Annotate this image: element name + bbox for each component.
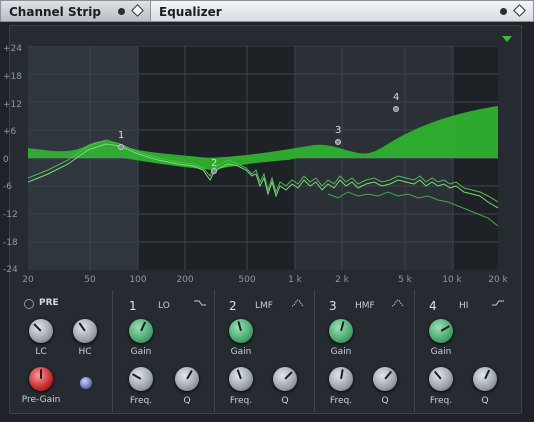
q-label: Q: [281, 396, 289, 406]
band-marker-label: 4: [393, 92, 399, 103]
peak-filter-icon[interactable]: [391, 298, 405, 308]
tab-bar: Channel Strip Equalizer: [0, 0, 534, 22]
q-label: Q: [381, 396, 389, 406]
eq-curve-svg: 1 2 3 4: [28, 46, 498, 270]
pre-toggle[interactable]: [24, 299, 34, 309]
band-3-section: 3 HMF Gain Freq. Q: [315, 290, 415, 412]
tab-label: Channel Strip: [9, 5, 101, 19]
y-tick-label: -18: [3, 238, 18, 248]
pre-gain-knob[interactable]: [29, 367, 53, 391]
band-1-q-knob[interactable]: [175, 367, 199, 391]
x-tick-label: 20 k: [488, 275, 508, 285]
band-4-q-knob[interactable]: [473, 367, 497, 391]
band-marker-2[interactable]: 2: [211, 158, 217, 174]
y-tick-label: +24: [3, 44, 22, 54]
band-2-gain-knob[interactable]: [229, 319, 253, 343]
freq-label: Freq.: [129, 396, 153, 406]
band-number: 2: [229, 299, 237, 313]
band-number: 3: [329, 299, 337, 313]
band-number: 4: [429, 299, 437, 313]
band-marker-label: 1: [118, 130, 124, 141]
band-number: 1: [129, 299, 137, 313]
band-name: LO: [158, 301, 170, 311]
q-label: Q: [183, 396, 191, 406]
band-3-gain-knob[interactable]: [329, 319, 353, 343]
band-name: LMF: [255, 301, 273, 311]
lc-label: LC: [35, 347, 47, 357]
lc-knob[interactable]: [29, 319, 53, 343]
hc-knob[interactable]: [73, 319, 97, 343]
band-marker-label: 3: [335, 125, 341, 136]
band-4-gain-knob[interactable]: [429, 319, 453, 343]
band-2-freq-knob[interactable]: [229, 367, 253, 391]
tab-label: Equalizer: [159, 5, 222, 19]
x-tick-label: 500: [238, 275, 256, 285]
band-1-gain-knob[interactable]: [129, 319, 153, 343]
y-tick-label: +18: [3, 72, 22, 82]
band-2-section: 2 LMF Gain Freq. Q: [215, 290, 315, 412]
high-shelf-icon[interactable]: [491, 298, 505, 308]
pre-section: PRE LC HC Pre-Gain: [9, 290, 113, 412]
phase-invert-button[interactable]: [80, 377, 92, 389]
band-4-freq-knob[interactable]: [429, 367, 453, 391]
x-tick-label: 50: [84, 275, 96, 285]
x-tick-label: 2 k: [335, 275, 349, 285]
freq-label: Freq.: [429, 396, 453, 406]
power-icon[interactable]: [118, 8, 125, 15]
tab-channel-strip[interactable]: Channel Strip: [0, 0, 151, 22]
gain-label: Gain: [430, 347, 452, 357]
x-tick-label: 20: [22, 275, 34, 285]
eq-graph[interactable]: 1 2 3 4: [28, 46, 498, 270]
y-tick-label: -12: [3, 210, 18, 220]
y-tick-label: -24: [3, 265, 18, 275]
band-marker-label: 2: [211, 158, 217, 169]
band-1-section: 1 LO Gain Freq. Q: [113, 290, 215, 412]
band-name: HMF: [355, 301, 375, 311]
freq-label: Freq.: [229, 396, 253, 406]
gain-label: Gain: [330, 347, 352, 357]
x-tick-label: 200: [176, 275, 194, 285]
pre-label: PRE: [39, 298, 59, 308]
x-tick-label: 100: [129, 275, 147, 285]
band-2-q-knob[interactable]: [273, 367, 297, 391]
hc-label: HC: [78, 347, 92, 357]
band-4-section: 4 HI Gain Freq. Q: [415, 290, 519, 412]
x-tick-label: 5 k: [398, 275, 412, 285]
low-shelf-icon[interactable]: [193, 298, 207, 308]
power-icon[interactable]: [500, 8, 507, 15]
tab-equalizer[interactable]: Equalizer: [150, 0, 534, 22]
band-3-q-knob[interactable]: [373, 367, 397, 391]
pre-gain-label: Pre-Gain: [21, 395, 61, 405]
freq-label: Freq.: [329, 396, 353, 406]
diamond-icon[interactable]: [131, 4, 144, 17]
band-3-freq-knob[interactable]: [329, 367, 353, 391]
q-label: Q: [481, 396, 489, 406]
y-tick-label: 0: [3, 155, 9, 165]
eq-controls: PRE LC HC Pre-Gain 1 LO Gain Freq. Q 2 L…: [9, 290, 519, 414]
band-marker-1[interactable]: 1: [118, 130, 124, 150]
gain-label: Gain: [230, 347, 252, 357]
band-marker-4[interactable]: 4: [393, 92, 399, 112]
y-tick-label: +12: [3, 100, 22, 110]
gain-label: Gain: [130, 347, 152, 357]
band-name: HI: [459, 301, 469, 311]
band-1-freq-knob[interactable]: [129, 367, 153, 391]
x-tick-label: 1 k: [288, 275, 302, 285]
peak-filter-icon[interactable]: [291, 298, 305, 308]
y-tick-label: -6: [3, 182, 12, 192]
menu-arrow-icon[interactable]: [502, 36, 512, 42]
band-marker-3[interactable]: 3: [335, 125, 341, 145]
y-tick-label: +6: [3, 127, 17, 137]
x-tick-label: 10 k: [442, 275, 462, 285]
diamond-icon[interactable]: [513, 4, 526, 17]
